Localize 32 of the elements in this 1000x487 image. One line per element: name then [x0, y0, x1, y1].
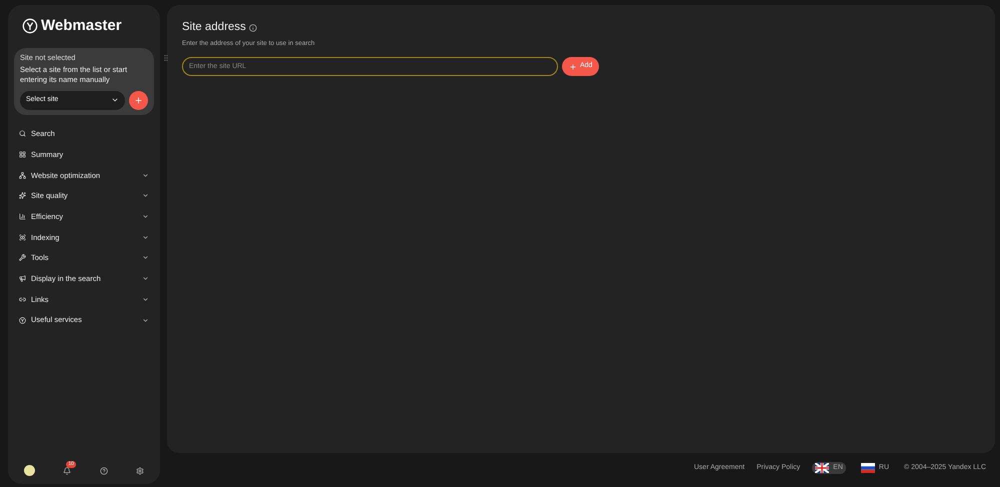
link-icon: [19, 296, 26, 303]
sparkle-icon: [19, 192, 26, 200]
chevron-icon: [142, 254, 149, 262]
bar-chart-icon: [19, 213, 26, 220]
plus-icon: [134, 96, 143, 104]
bell-icon[interactable]: [63, 466, 72, 474]
megaphone-icon: [19, 275, 26, 282]
logo-icon: [22, 18, 38, 34]
help-icon[interactable]: [100, 466, 108, 474]
plus-icon: [569, 62, 577, 70]
chevron-icon: [142, 296, 149, 303]
info-icon[interactable]: [248, 24, 257, 32]
chevron-icon: [142, 234, 149, 241]
y-circle-icon: [19, 316, 26, 324]
chevron-icon: [142, 213, 149, 220]
search-icon: [19, 130, 26, 138]
wrench-icon: [19, 254, 26, 262]
add-site-button[interactable]: [129, 90, 148, 110]
chevron-icon: [111, 96, 119, 104]
chevron-icon: [142, 192, 149, 200]
hierarchy-icon: [19, 172, 26, 179]
grid-icon: [19, 151, 26, 158]
eye-icon: [19, 234, 26, 241]
chevron-icon: [142, 275, 149, 282]
page-title: Site address: [182, 20, 246, 35]
avatar[interactable]: [24, 465, 35, 476]
russia-flag-icon: [860, 463, 875, 473]
chevron-icon: [142, 172, 149, 179]
uk-flag-icon: [815, 463, 830, 473]
logo-text: Webmaster: [41, 16, 122, 36]
settings-icon[interactable]: [136, 466, 144, 474]
chevron-icon: [142, 316, 149, 324]
